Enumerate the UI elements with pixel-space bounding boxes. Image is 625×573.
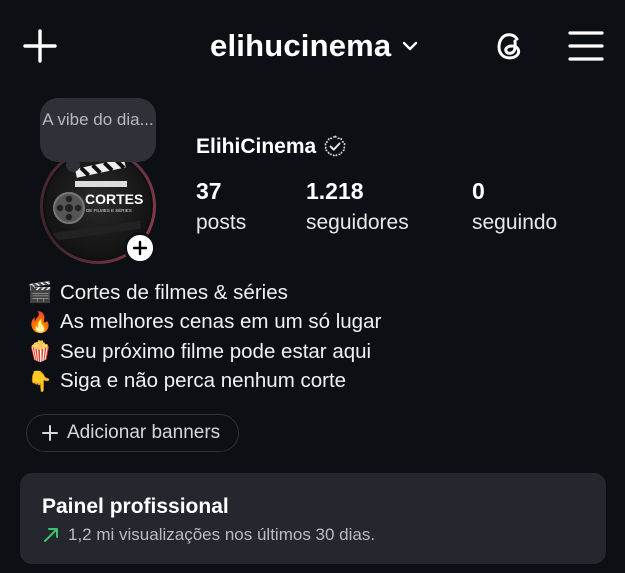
fire-icon: 🔥 bbox=[27, 311, 53, 334]
clapperboard-icon: 🎬 bbox=[27, 282, 53, 305]
stat-followers-label: seguidores bbox=[306, 211, 409, 234]
account-switcher[interactable]: elihucinema bbox=[210, 26, 421, 66]
stat-posts-label: posts bbox=[196, 211, 247, 234]
threads-icon[interactable] bbox=[490, 26, 530, 66]
plus-icon bbox=[42, 425, 58, 441]
profile-username: elihucinema bbox=[210, 28, 392, 63]
avatar-subtitle: DE FILMES E SÉRIES bbox=[86, 208, 132, 213]
add-story-button[interactable] bbox=[124, 232, 156, 264]
add-banners-button[interactable]: Adicionar banners bbox=[26, 414, 240, 452]
stat-following-value: 0 bbox=[472, 178, 485, 204]
plus-icon bbox=[132, 240, 148, 256]
add-banners-label: Adicionar banners bbox=[67, 422, 221, 443]
bio-line-text: Cortes de filmes & séries bbox=[60, 280, 288, 304]
bio-line-text: Seu próximo filme pode estar aqui bbox=[60, 339, 372, 363]
stat-posts[interactable]: 37 posts bbox=[196, 176, 246, 238]
stat-following-label: seguindo bbox=[472, 211, 558, 234]
stat-posts-value: 37 bbox=[196, 178, 222, 204]
bio-line: 🔥 As melhores cenas em um só lugar bbox=[26, 308, 586, 338]
stat-following[interactable]: 0 seguindo bbox=[472, 176, 557, 238]
bio-line: 🎬 Cortes de filmes & séries bbox=[26, 278, 586, 308]
verified-badge-icon bbox=[324, 134, 347, 158]
bio-line: 👇 Siga e não perca nenhum corte bbox=[26, 367, 586, 397]
professional-dashboard-panel[interactable]: Painel profissional 1,2 mi visualizações… bbox=[20, 473, 606, 564]
trending-up-arrow-icon bbox=[44, 528, 58, 542]
stat-followers[interactable]: 1.218 seguidores bbox=[306, 176, 409, 238]
note-bubble[interactable]: A vibe do dia... bbox=[40, 98, 156, 162]
avatar-title: CORTES bbox=[85, 191, 144, 207]
chevron-down-icon bbox=[403, 41, 418, 51]
bio-line-text: As melhores cenas em um só lugar bbox=[60, 310, 382, 334]
note-text: A vibe do dia... bbox=[42, 110, 154, 129]
panel-subtitle: 1,2 mi visualizações nos últimos 30 dias… bbox=[68, 525, 376, 544]
panel-subtitle-row: 1,2 mi visualizações nos últimos 30 dias… bbox=[42, 525, 375, 545]
menu-hamburger-icon[interactable] bbox=[566, 28, 606, 64]
profile-bio: 🎬 Cortes de filmes & séries 🔥 As melhore… bbox=[26, 278, 586, 396]
profile-name-row: ElihiCinema bbox=[196, 134, 348, 160]
create-plus-icon[interactable] bbox=[20, 26, 60, 66]
pointing-down-icon: 👇 bbox=[27, 370, 53, 393]
popcorn-icon: 🍿 bbox=[27, 341, 53, 364]
bio-line: 🍿 Seu próximo filme pode estar aqui bbox=[26, 337, 586, 367]
bio-line-text: Siga e não perca nenhum corte bbox=[60, 369, 347, 393]
panel-title: Painel profissional bbox=[42, 495, 229, 518]
display-name: ElihiCinema bbox=[196, 135, 317, 158]
stat-followers-value: 1.218 bbox=[306, 178, 364, 204]
